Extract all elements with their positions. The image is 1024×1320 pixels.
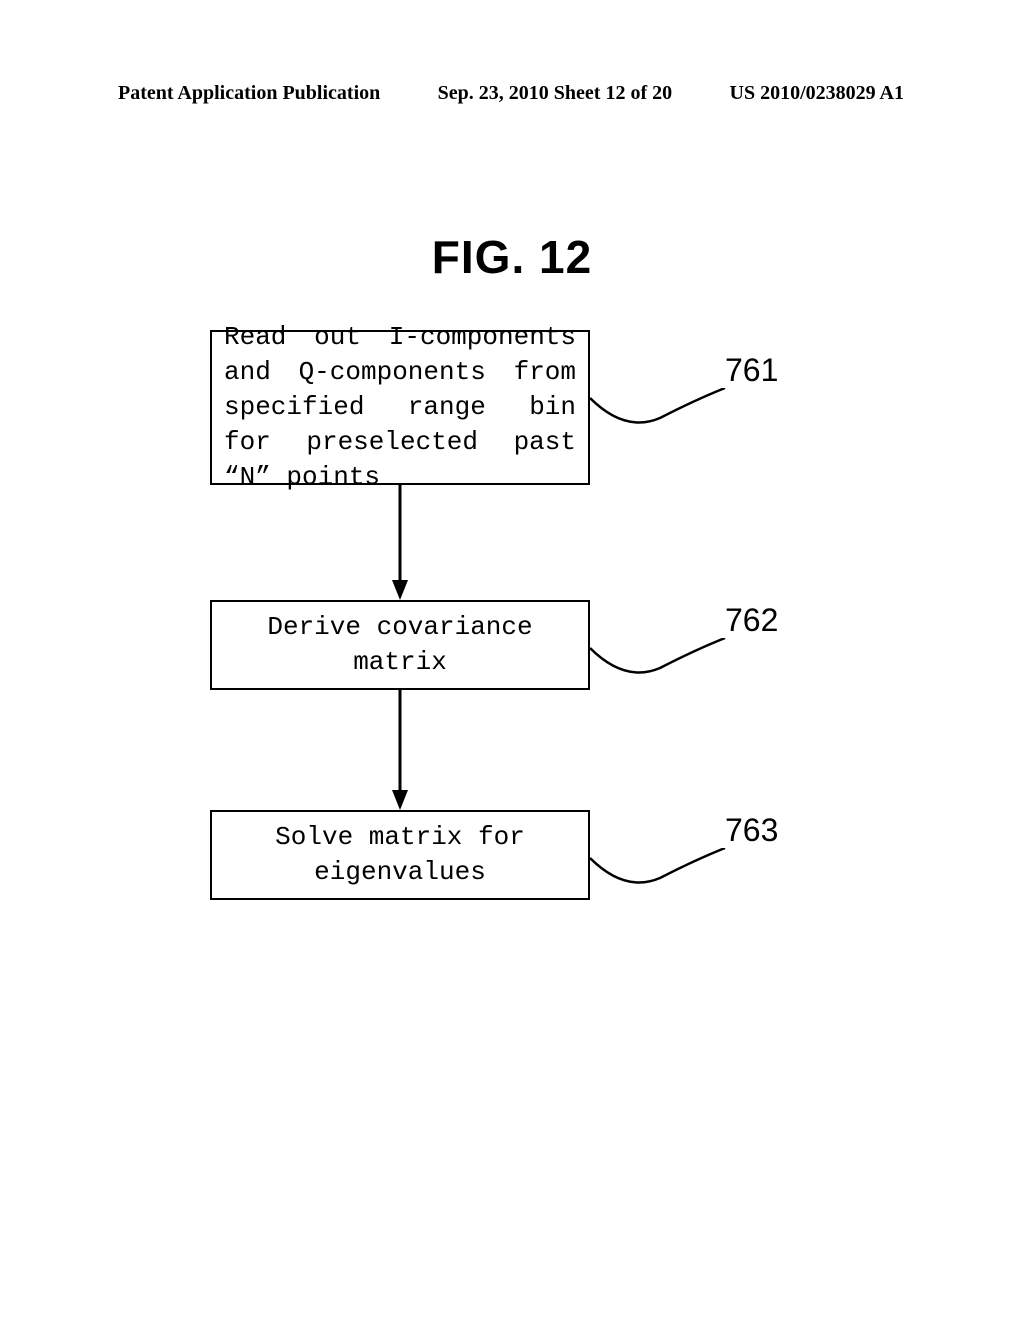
page-header: Patent Application Publication Sep. 23, …: [118, 82, 904, 105]
reference-leader-icon: [590, 848, 730, 893]
reference-numeral-762: 762: [725, 602, 778, 639]
arrow-connector-icon: [392, 485, 408, 600]
flow-step-derive-covariance: Derive covariance matrix: [210, 600, 590, 690]
reference-leader-icon: [590, 388, 730, 433]
header-center: Sep. 23, 2010 Sheet 12 of 20: [438, 82, 672, 105]
header-left: Patent Application Publication: [118, 82, 380, 105]
reference-leader-icon: [590, 638, 730, 683]
flow-step-read-components: Read out I-components and Q-components f…: [210, 330, 590, 485]
figure-title: FIG. 12: [0, 230, 1024, 284]
header-right: US 2010/0238029 A1: [730, 82, 904, 105]
flow-step-text: Read out I-components and Q-components f…: [224, 320, 576, 495]
flow-step-solve-eigenvalues: Solve matrix for eigenvalues: [210, 810, 590, 900]
arrow-connector-icon: [392, 690, 408, 810]
flow-step-text: Solve matrix for eigenvalues: [224, 820, 576, 890]
flow-step-text: Derive covariance matrix: [224, 610, 576, 680]
reference-numeral-761: 761: [725, 352, 778, 389]
reference-numeral-763: 763: [725, 812, 778, 849]
